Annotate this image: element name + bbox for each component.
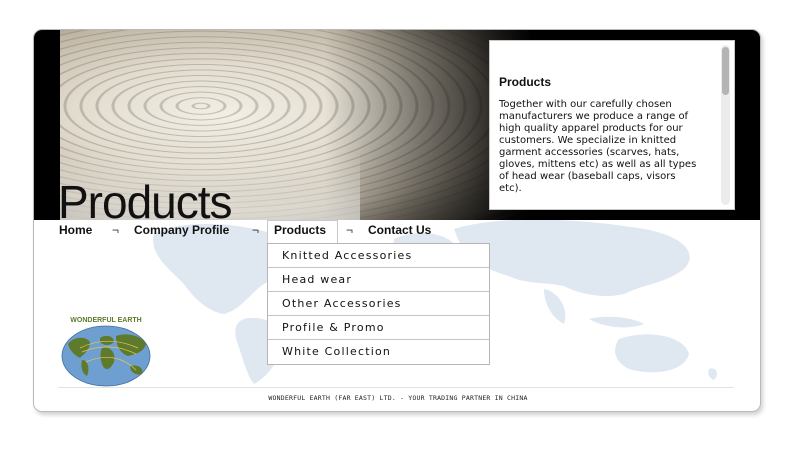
page-title: Products [58,176,233,228]
info-panel-text: Together with our carefully chosen manuf… [499,99,697,194]
footer-text: WONDERFUL EARTH (FAR EAST) LTD. - YOUR T… [268,394,528,402]
nav-separator: ¬ [252,223,260,237]
nav-company-profile[interactable]: Company Profile [134,223,229,237]
footer-divider [58,387,734,388]
info-panel[interactable]: Products Together with our carefully cho… [489,40,735,210]
dropdown-item-knitted-accessories[interactable]: Knitted Accessories [268,244,489,268]
nav-separator: ¬ [346,223,354,237]
info-panel-scrollbar[interactable] [721,45,730,205]
logo-text: WONDERFUL EARTH [70,317,141,324]
dropdown-item-other-accessories[interactable]: Other Accessories [268,292,489,316]
main-nav: Home ¬ Company Profile ¬ Products ¬ Cont… [34,220,760,244]
wonderful-earth-logo[interactable]: WONDERFUL EARTH [60,314,152,388]
dropdown-item-profile-promo[interactable]: Profile & Promo [268,316,489,340]
nav-home[interactable]: Home [59,223,92,237]
scrollbar-thumb[interactable] [722,47,729,95]
products-dropdown: Knitted Accessories Head wear Other Acce… [267,243,490,365]
info-panel-heading: Products [499,75,552,89]
nav-separator: ¬ [112,223,120,237]
nav-contact-us[interactable]: Contact Us [368,223,431,237]
nav-products[interactable]: Products [274,223,326,237]
dropdown-item-white-collection[interactable]: White Collection [268,340,489,364]
page-frame: Products Together with our carefully cho… [33,29,761,412]
dropdown-item-head-wear[interactable]: Head wear [268,268,489,292]
